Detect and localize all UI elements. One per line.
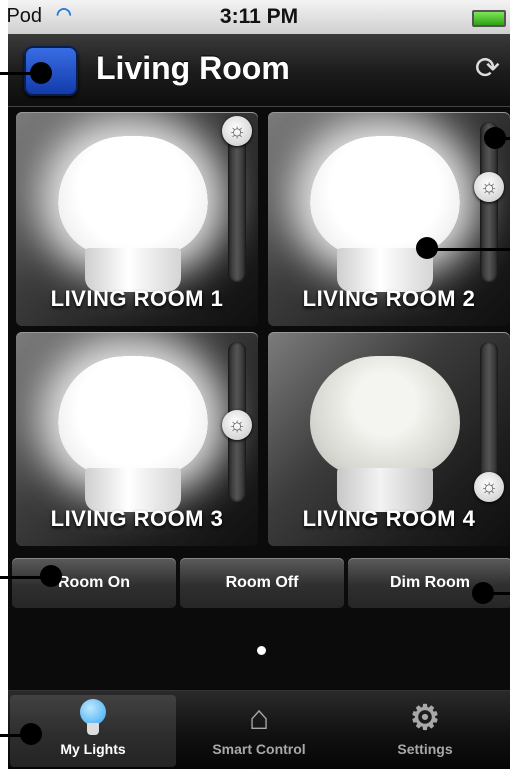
- room-actions: Room On Room Off Dim Room: [12, 558, 510, 610]
- brightness-knob-icon[interactable]: ☼: [474, 472, 504, 502]
- refresh-icon[interactable]: ⟳: [475, 54, 500, 84]
- lightbulb-image: [310, 136, 460, 292]
- brightness-knob-icon[interactable]: ☼: [222, 116, 252, 146]
- tab-label: Settings: [397, 741, 453, 757]
- status-time: 3:11 PM: [219, 5, 299, 28]
- light-label: LIVING ROOM 2: [302, 286, 476, 311]
- brightness-knob-icon[interactable]: ☼: [222, 410, 252, 440]
- tab-label: Smart Control: [212, 741, 306, 757]
- lightbulb-image: [58, 136, 208, 292]
- battery-icon: [472, 10, 506, 27]
- page-indicator[interactable]: [257, 646, 266, 655]
- lightbulb-image: [58, 356, 208, 512]
- brightness-slider[interactable]: ☼: [222, 116, 252, 282]
- title-bar: Living Room ⟳: [8, 34, 510, 107]
- light-tile[interactable]: ☼ LIVING ROOM 2: [268, 112, 510, 326]
- callout-line: [428, 248, 510, 251]
- tab-label: My Lights: [60, 741, 126, 757]
- room-off-button[interactable]: Room Off: [180, 558, 344, 608]
- lightbulb-image: [310, 356, 460, 512]
- brightness-slider[interactable]: ☼: [222, 342, 252, 502]
- light-tile[interactable]: ☼ LIVING ROOM 4: [268, 332, 510, 546]
- house-gear-icon: ⌂: [248, 699, 270, 737]
- light-label: LIVING ROOM 4: [302, 506, 476, 531]
- light-label: LIVING ROOM 1: [50, 286, 224, 311]
- callout-dot: [20, 723, 42, 745]
- brightness-knob-icon[interactable]: ☼: [474, 172, 504, 202]
- room-on-button[interactable]: Room On: [12, 558, 176, 608]
- gear-icon: ⚙: [409, 699, 441, 737]
- callout-dot: [472, 582, 494, 604]
- light-label: LIVING ROOM 3: [50, 506, 224, 531]
- callout-dot: [484, 127, 506, 149]
- light-tile[interactable]: ☼ LIVING ROOM 1: [16, 112, 258, 326]
- callout-dot: [40, 565, 62, 587]
- light-tile[interactable]: ☼ LIVING ROOM 3: [16, 332, 258, 546]
- brightness-slider[interactable]: ☼: [474, 342, 504, 502]
- callout-dot: [30, 62, 52, 84]
- page-title: Living Room: [96, 50, 290, 86]
- tab-settings[interactable]: ⚙ Settings: [342, 695, 508, 767]
- light-grid: ☼ LIVING ROOM 1 ☼ LIVING ROOM 2 ☼ LIVING…: [16, 112, 510, 546]
- tab-smart-control[interactable]: ⌂ Smart Control: [176, 695, 342, 767]
- tab-bar: My Lights ⌂ Smart Control ⚙ Settings: [8, 690, 510, 769]
- status-bar: iPod ◠ 3:11 PM: [8, 0, 510, 34]
- callout-dot: [416, 237, 438, 259]
- app-screen: iPod ◠ 3:11 PM Living Room ⟳ ☼ LIVING RO…: [8, 0, 510, 769]
